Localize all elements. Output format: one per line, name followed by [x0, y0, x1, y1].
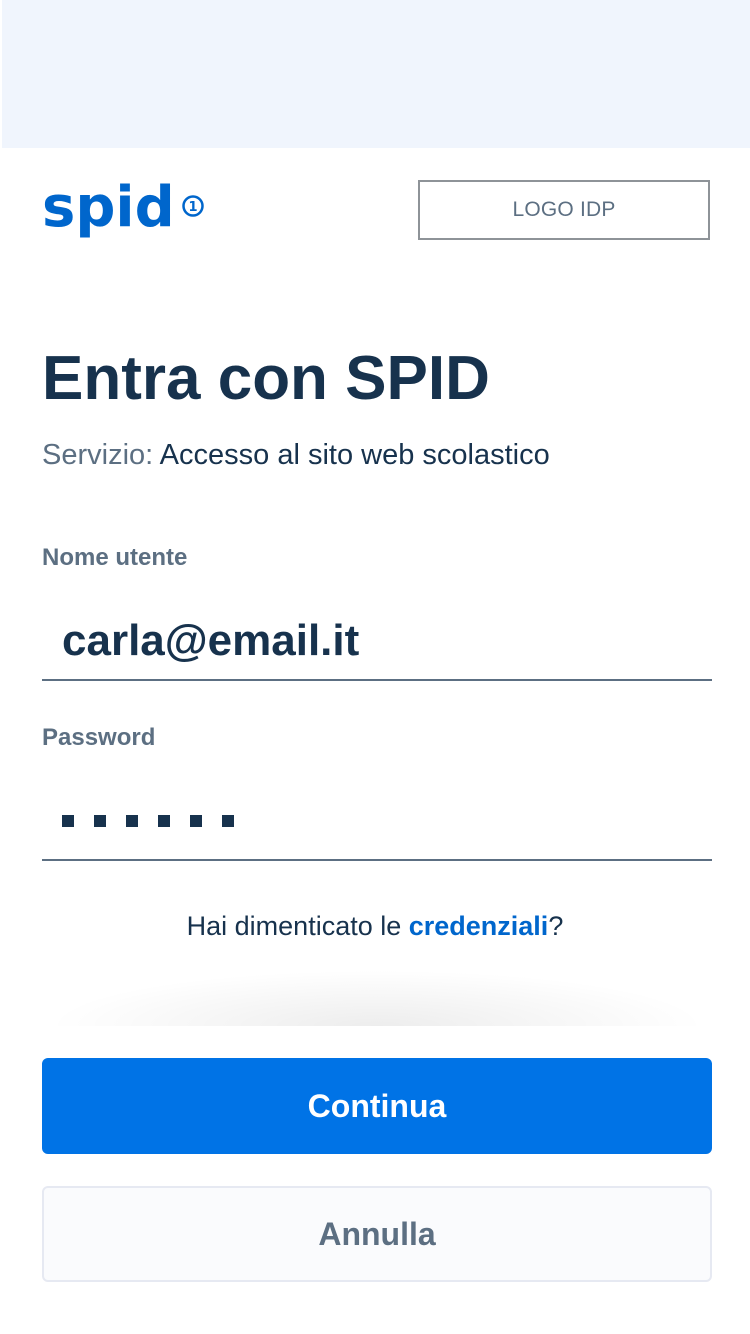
spid-badge-number: 1: [188, 200, 197, 215]
service-label: Servizio:: [42, 439, 154, 471]
username-field[interactable]: carla@email.it: [42, 603, 712, 681]
username-label: Nome utente: [42, 544, 188, 571]
password-mask-dot: [158, 815, 170, 827]
cancel-button-label: Annulla: [318, 1215, 436, 1252]
footer-shadow: [42, 946, 712, 1026]
spid-logo: spid 1: [42, 175, 212, 248]
forgot-credentials-text: Hai dimenticato le credenziali?: [0, 906, 750, 946]
password-mask-dot: [94, 815, 106, 827]
password-mask-dot: [62, 815, 74, 827]
password-mask-dot: [222, 815, 234, 827]
idp-logo-label: LOGO IDP: [512, 198, 616, 221]
password-label: Password: [42, 724, 156, 751]
continue-button-label: Continua: [307, 1087, 447, 1124]
forgot-credentials-link[interactable]: credenziali: [409, 911, 549, 941]
top-band: [2, 0, 750, 148]
service-value: Accesso al sito web scolastico: [159, 439, 550, 471]
idp-logo-placeholder: LOGO IDP: [418, 180, 710, 240]
page-title: Entra con SPID: [42, 344, 490, 413]
password-mask-dot: [190, 815, 202, 827]
forgot-prefix: Hai dimenticato le: [186, 911, 409, 941]
service-line: Servizio: Accesso al sito web scolastico: [42, 436, 550, 474]
forgot-suffix: ?: [548, 911, 564, 941]
password-mask-dot: [126, 815, 138, 827]
continue-button[interactable]: Continua: [42, 1058, 712, 1154]
password-field[interactable]: [42, 783, 712, 861]
username-value: carla@email.it: [62, 616, 360, 665]
spid-logo-text: spid: [42, 176, 175, 240]
cancel-button[interactable]: Annulla: [42, 1186, 712, 1282]
